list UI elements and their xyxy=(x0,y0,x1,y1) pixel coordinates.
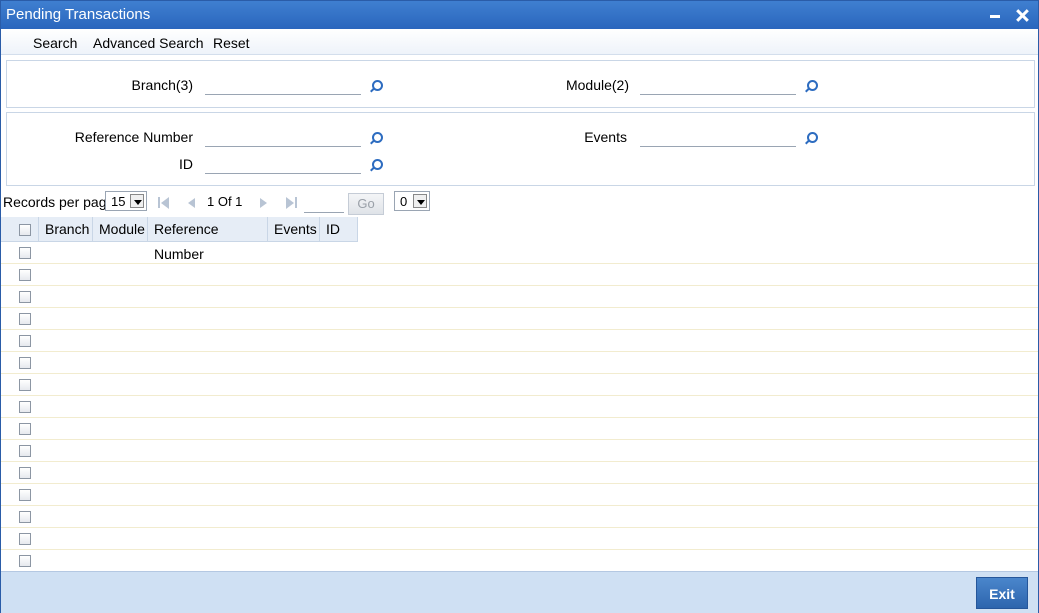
select-all-checkbox[interactable] xyxy=(19,224,31,236)
id-search-icon[interactable] xyxy=(369,158,383,172)
close-icon[interactable] xyxy=(1013,5,1033,25)
column-header-module[interactable]: Module xyxy=(93,217,148,242)
row-checkbox[interactable] xyxy=(19,379,31,391)
page-info: 1 Of 1 xyxy=(207,194,243,209)
table-row[interactable] xyxy=(1,286,1038,308)
table-row[interactable] xyxy=(1,330,1038,352)
table-row[interactable] xyxy=(1,440,1038,462)
column-header-reference-number[interactable]: Reference Number xyxy=(148,217,268,262)
table-row[interactable] xyxy=(1,264,1038,286)
search-panel-primary: Branch(3) Module(2) xyxy=(6,60,1035,108)
table-row[interactable] xyxy=(1,506,1038,528)
reference-number-search-icon[interactable] xyxy=(369,131,383,145)
id-input[interactable] xyxy=(205,154,361,174)
row-checkbox[interactable] xyxy=(19,313,31,325)
row-checkbox[interactable] xyxy=(19,533,31,545)
page-select-value: 0 xyxy=(400,194,408,209)
window-title: Pending Transactions xyxy=(6,6,151,23)
row-checkbox[interactable] xyxy=(19,335,31,347)
branch-label: Branch(3) xyxy=(131,77,193,93)
previous-page-icon[interactable] xyxy=(186,197,198,209)
footer-bar: Exit xyxy=(1,571,1038,613)
table-row[interactable] xyxy=(1,528,1038,550)
row-checkbox[interactable] xyxy=(19,269,31,281)
table-row[interactable] xyxy=(1,242,1038,264)
exit-button[interactable]: Exit xyxy=(976,577,1028,609)
chevron-down-icon[interactable] xyxy=(413,194,427,208)
row-checkbox[interactable] xyxy=(19,555,31,567)
events-input[interactable] xyxy=(640,127,796,147)
pending-transactions-window: Pending Transactions Search Advanced Sea… xyxy=(0,0,1039,613)
row-checkbox[interactable] xyxy=(19,489,31,501)
grid-header: Branch Module Reference Number Events ID xyxy=(1,217,358,262)
search-button[interactable]: Search xyxy=(33,35,77,51)
table-row[interactable] xyxy=(1,550,1038,572)
table-row[interactable] xyxy=(1,484,1038,506)
row-checkbox[interactable] xyxy=(19,291,31,303)
id-label: ID xyxy=(179,156,193,172)
column-header-id[interactable]: ID xyxy=(320,217,358,242)
reference-number-label: Reference Number xyxy=(74,129,193,145)
row-checkbox[interactable] xyxy=(19,445,31,457)
advanced-search-button[interactable]: Advanced Search xyxy=(93,35,204,51)
records-per-page-label: Records per page xyxy=(3,194,115,210)
last-page-icon[interactable] xyxy=(286,197,298,209)
records-per-page-value: 15 xyxy=(111,194,126,209)
records-per-page-select[interactable]: 15 xyxy=(105,191,147,211)
column-header-branch[interactable]: Branch xyxy=(39,217,93,242)
header-select-cell xyxy=(1,217,39,242)
row-checkbox[interactable] xyxy=(19,357,31,369)
module-label: Module(2) xyxy=(565,77,629,93)
row-checkbox[interactable] xyxy=(19,247,31,259)
pagination-bar: Records per page 15 1 Of 1 0 xyxy=(1,187,1038,217)
row-checkbox[interactable] xyxy=(19,423,31,435)
search-panel-secondary: Reference Number Events ID xyxy=(6,112,1035,186)
table-row[interactable] xyxy=(1,462,1038,484)
row-checkbox[interactable] xyxy=(19,401,31,413)
column-header-events[interactable]: Events xyxy=(268,217,320,242)
table-row[interactable] xyxy=(1,308,1038,330)
page-select[interactable]: 0 xyxy=(394,191,430,211)
module-search-icon[interactable] xyxy=(804,79,818,93)
title-bar[interactable]: Pending Transactions xyxy=(1,1,1038,29)
reset-button[interactable]: Reset xyxy=(213,35,250,51)
branch-input[interactable] xyxy=(205,75,361,95)
table-row[interactable] xyxy=(1,374,1038,396)
events-label: Events xyxy=(584,129,627,145)
events-search-icon[interactable] xyxy=(804,131,818,145)
table-row[interactable] xyxy=(1,418,1038,440)
reference-number-input[interactable] xyxy=(205,127,361,147)
first-page-icon[interactable] xyxy=(158,197,170,209)
next-page-icon[interactable] xyxy=(258,197,270,209)
toolbar: Search Advanced Search Reset xyxy=(1,29,1038,55)
go-button[interactable]: Go xyxy=(348,193,384,215)
table-row[interactable] xyxy=(1,352,1038,374)
chevron-down-icon[interactable] xyxy=(130,194,144,208)
goto-page-input[interactable] xyxy=(304,193,344,213)
minimize-icon[interactable] xyxy=(985,5,1005,25)
results-grid: Branch Module Reference Number Events ID xyxy=(1,217,1038,572)
module-input[interactable] xyxy=(640,75,796,95)
row-checkbox[interactable] xyxy=(19,511,31,523)
row-checkbox[interactable] xyxy=(19,467,31,479)
branch-search-icon[interactable] xyxy=(369,79,383,93)
table-row[interactable] xyxy=(1,396,1038,418)
